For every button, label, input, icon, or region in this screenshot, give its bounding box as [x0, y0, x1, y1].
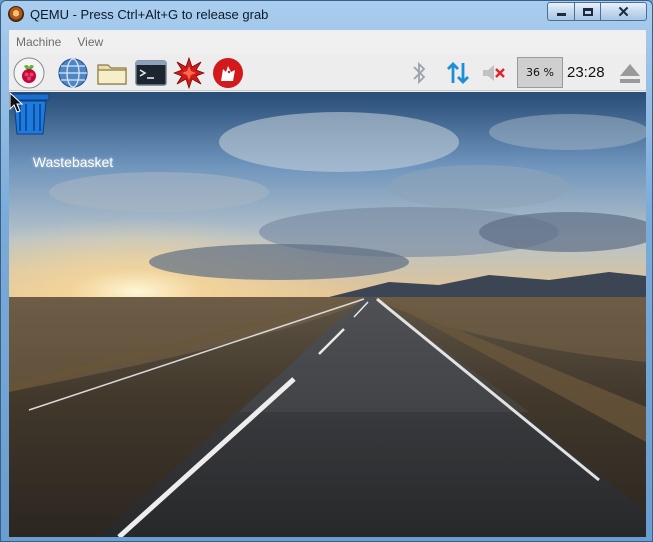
trash-label[interactable]: Wastebasket — [23, 154, 123, 170]
title-bar[interactable]: QEMU - Press Ctrl+Alt+G to release grab … — [1, 1, 652, 28]
desktop[interactable]: Wastebasket — [9, 92, 646, 537]
menu-machine[interactable]: Machine — [16, 35, 61, 49]
mouse-pointer-icon — [9, 92, 23, 113]
close-icon: ✕ — [617, 3, 630, 21]
terminal-icon[interactable] — [135, 57, 167, 89]
maximize-button[interactable] — [574, 2, 601, 21]
menu-bar: Machine View — [9, 30, 646, 54]
wolfram-icon[interactable] — [212, 57, 244, 89]
file-manager-icon[interactable] — [96, 57, 128, 89]
qemu-window: QEMU - Press Ctrl+Alt+G to release grab … — [0, 0, 653, 542]
cpu-usage-monitor[interactable]: 36 % — [517, 57, 563, 88]
network-updown-icon[interactable] — [445, 60, 471, 86]
menu-view[interactable]: View — [77, 35, 103, 49]
mathematica-icon[interactable] — [173, 57, 205, 89]
qemu-app-icon — [8, 6, 24, 22]
minimize-icon — [556, 13, 566, 16]
raspberry-menu-icon[interactable] — [13, 57, 45, 89]
eject-icon[interactable] — [619, 61, 641, 85]
qemu-client-area: Machine View 36 % 23:28 Wastebasket — [9, 30, 646, 537]
web-browser-icon[interactable] — [57, 57, 89, 89]
cpu-usage-text: 36 % — [526, 66, 554, 79]
maximize-icon — [582, 7, 593, 16]
bluetooth-icon[interactable] — [410, 60, 428, 86]
close-button[interactable]: ✕ — [600, 2, 647, 21]
window-title: QEMU - Press Ctrl+Alt+G to release grab — [30, 7, 269, 22]
taskbar-panel: 36 % 23:28 — [9, 54, 646, 91]
volume-muted-icon[interactable] — [481, 63, 507, 83]
clock[interactable]: 23:28 — [567, 64, 605, 81]
minimize-button[interactable] — [547, 2, 575, 21]
